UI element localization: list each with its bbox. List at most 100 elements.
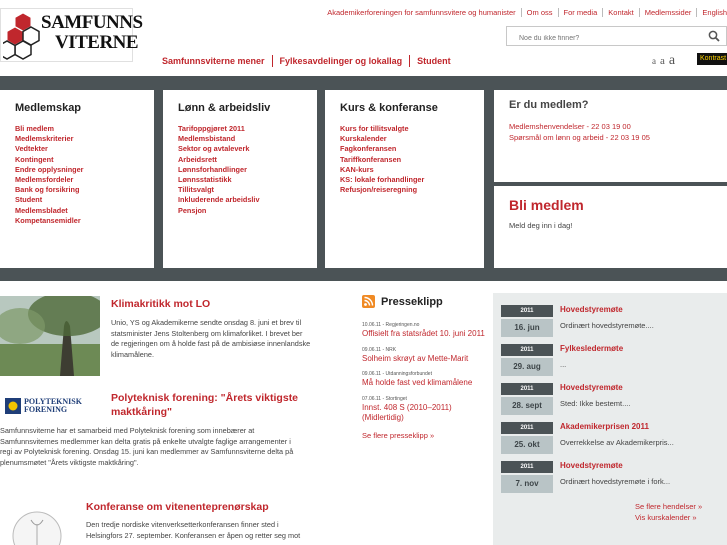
- event-title[interactable]: Hovedstyremøte: [560, 461, 623, 470]
- link-bli-medlem[interactable]: Bli medlem: [15, 124, 154, 134]
- topnav-kontakt[interactable]: Kontakt: [602, 8, 638, 17]
- event-date: 2011 7. nov: [501, 461, 553, 494]
- polyteknisk-emblem-icon: [5, 398, 21, 414]
- rss-icon[interactable]: [362, 295, 375, 308]
- news-text-line: plenumsmøtet "Årets viktigste maktkåring…: [0, 457, 139, 467]
- link-student[interactable]: Student: [15, 195, 154, 205]
- polyteknisk-logo[interactable]: POLYTEKNISK FORENING: [5, 394, 95, 418]
- link-tariffkonferansen[interactable]: Tariffkonferansen: [340, 155, 484, 165]
- event-day: 7. nov: [501, 475, 553, 493]
- press-clip-title[interactable]: Må holde fast ved klimamålene: [362, 378, 487, 389]
- news-text: Samfunnsviterne har et samarbeid med Pol…: [0, 426, 350, 468]
- link-kompetansemidler[interactable]: Kompetansemidler: [15, 216, 154, 226]
- site-logo[interactable]: SAMFUNNS VITERNE: [0, 8, 143, 62]
- column-kurs-konferanse: Kurs & konferanse Kurs for tillitsvalgte…: [325, 90, 484, 268]
- event-date: 2011 16. jun: [501, 305, 553, 338]
- news-text-line: Helsingfors 27. september. Konferansen e…: [86, 530, 301, 540]
- member-contact-line[interactable]: Spørsmål om lønn og arbeid - 22 03 19 05: [509, 132, 727, 143]
- link-kontingent[interactable]: Kontingent: [15, 155, 154, 165]
- topnav-english[interactable]: English: [696, 8, 727, 17]
- press-clip-title[interactable]: Offisielt fra statsrådet 10. juni 2011: [362, 329, 487, 340]
- event-item[interactable]: 2011 16. jun Hovedstyremøte Ordinært hov…: [501, 305, 727, 338]
- link-bank-og-forsikring[interactable]: Bank og forsikring: [15, 185, 154, 195]
- topnav-tagline[interactable]: Akademikerforeningen for samfunnsvitere …: [322, 8, 520, 17]
- press-clip-title[interactable]: Innst. 408 S (2010–2011) (Midlertidig): [362, 403, 487, 424]
- join-box[interactable]: Bli medlem Meld deg inn i dag!: [494, 186, 727, 268]
- link-tarifoppgjoret[interactable]: Tarifoppgjøret 2011: [178, 124, 317, 134]
- text-size-medium[interactable]: a: [660, 55, 665, 67]
- topnav-om-oss[interactable]: Om oss: [520, 8, 558, 17]
- press-clip[interactable]: 09.06.11 - NRK Solheim skrøyt av Mette-M…: [362, 347, 487, 365]
- event-item[interactable]: 2011 7. nov Hovedstyremøte Ordinært hove…: [501, 461, 727, 494]
- course-calendar-link[interactable]: Vis kurskalender »: [635, 513, 697, 522]
- link-lonnsstatistikk[interactable]: Lønnsstatistikk: [178, 175, 317, 185]
- link-sektor-avtaleverk[interactable]: Sektor og avtaleverk: [178, 144, 317, 154]
- press-clip-title[interactable]: Solheim skrøyt av Mette-Marit: [362, 354, 487, 365]
- link-inkluderende-arbeidsliv[interactable]: Inkluderende arbeidsliv: [178, 195, 317, 205]
- event-title[interactable]: Akademikerprisen 2011: [560, 422, 649, 431]
- link-medlemskriterier[interactable]: Medlemskriterier: [15, 134, 154, 144]
- link-endre-opplysninger[interactable]: Endre opplysninger: [15, 165, 154, 175]
- link-medlemsfordeler[interactable]: Medlemsfordeler: [15, 175, 154, 185]
- event-date: 2011 25. okt: [501, 422, 553, 455]
- event-day: 25. okt: [501, 436, 553, 454]
- event-day: 29. aug: [501, 358, 553, 376]
- event-title[interactable]: Hovedstyremøte: [560, 305, 623, 314]
- press-clip-meta: 07.06.11 - Stortinget: [362, 395, 407, 402]
- link-ks-lokale-forhandlinger[interactable]: KS: lokale forhandlinger: [340, 175, 484, 185]
- nav-fylkesavdelinger[interactable]: Fylkesavdelinger og lokallag: [271, 55, 410, 67]
- link-vedtekter[interactable]: Vedtekter: [15, 144, 154, 154]
- link-arbeidsrett[interactable]: Arbeidsrett: [178, 155, 317, 165]
- press-clip-meta: 09.06.11 - Utdanningsforbundet: [362, 371, 432, 377]
- logo-line-2: VITERNE: [55, 32, 139, 53]
- join-title[interactable]: Bli medlem: [509, 197, 727, 213]
- events-panel: 2011 16. jun Hovedstyremøte Ordinært hov…: [493, 293, 727, 545]
- text-size-large[interactable]: a: [669, 53, 675, 68]
- event-title[interactable]: Fylkesledermøte: [560, 344, 623, 353]
- event-day: 28. sept: [501, 397, 553, 415]
- text-size-controls: a a a: [652, 51, 675, 69]
- event-description: Overrekkelse av Akademikerpris...: [560, 438, 674, 447]
- news-image-tree[interactable]: [0, 296, 100, 376]
- press-clip[interactable]: 10.06.11 - Regjeringen.no Offisielt fra …: [362, 322, 487, 340]
- press-clip-meta: 10.06.11 - Regjeringen.no: [362, 322, 420, 328]
- event-day: 16. jun: [501, 319, 553, 337]
- news-title[interactable]: Polyteknisk forening: "Årets viktigste m…: [111, 391, 331, 419]
- link-tillitsvalgt[interactable]: Tillitsvalgt: [178, 185, 317, 195]
- search-icon[interactable]: [708, 30, 720, 42]
- link-medlemsbistand[interactable]: Medlemsbistand: [178, 134, 317, 144]
- nav-samfunnsviterne-mener[interactable]: Samfunnsviterne mener: [155, 55, 272, 67]
- menu-band: Medlemskap Bli medlem Medlemskriterier V…: [0, 76, 727, 281]
- press-clip[interactable]: 07.06.11 - Stortinget Innst. 408 S (2010…: [362, 396, 487, 424]
- nav-student[interactable]: Student: [409, 55, 458, 67]
- link-kan-kurs[interactable]: KAN-kurs: [340, 165, 484, 175]
- event-item[interactable]: 2011 25. okt Akademikerprisen 2011 Overr…: [501, 422, 727, 455]
- link-pensjon[interactable]: Pensjon: [178, 206, 317, 216]
- lightbulb-icon: [12, 511, 62, 545]
- member-contact-line[interactable]: Medlemshenvendelser - 22 03 19 00: [509, 121, 727, 132]
- link-kurs-tillitsvalgte[interactable]: Kurs for tillitsvalgte: [340, 124, 484, 134]
- event-description: Ordinært hovedstyremøte....: [560, 321, 654, 330]
- more-events-link[interactable]: Se flere hendelser »: [635, 502, 702, 511]
- link-fagkonferansen[interactable]: Fagkonferansen: [340, 144, 484, 154]
- news-image-lightbulb[interactable]: [5, 500, 75, 545]
- link-medlemsbladet[interactable]: Medlemsbladet: [15, 206, 154, 216]
- news-title[interactable]: Klimakritikk mot LO: [111, 297, 210, 311]
- event-description: Ordinært hovedstyremøte i fork...: [560, 477, 671, 486]
- topnav-for-media[interactable]: For media: [557, 8, 603, 17]
- event-title[interactable]: Hovedstyremøte: [560, 383, 623, 392]
- link-lonnsforhandlinger[interactable]: Lønnsforhandlinger: [178, 165, 317, 175]
- press-clips-header: Presseklipp: [362, 295, 487, 308]
- link-kurskalender[interactable]: Kurskalender: [340, 134, 484, 144]
- link-refusjon[interactable]: Refusjon/reiseregning: [340, 185, 484, 195]
- contrast-button[interactable]: Kontrast: [697, 53, 727, 65]
- event-item[interactable]: 2011 28. sept Hovedstyremøte Sted: Ikke …: [501, 383, 727, 416]
- event-item[interactable]: 2011 29. aug Fylkesledermøte ...: [501, 344, 727, 377]
- search-input[interactable]: [507, 29, 697, 48]
- logo-line-1: SAMFUNNS: [41, 12, 143, 33]
- more-press-clips-link[interactable]: Se flere presseklipp »: [362, 431, 487, 440]
- topnav-medlemssider[interactable]: Medlemssider: [638, 8, 697, 17]
- text-size-small[interactable]: a: [652, 56, 656, 66]
- press-clip[interactable]: 09.06.11 - Utdanningsforbundet Må holde …: [362, 371, 487, 389]
- news-title[interactable]: Konferanse om vitenenteprenørskap: [86, 500, 269, 514]
